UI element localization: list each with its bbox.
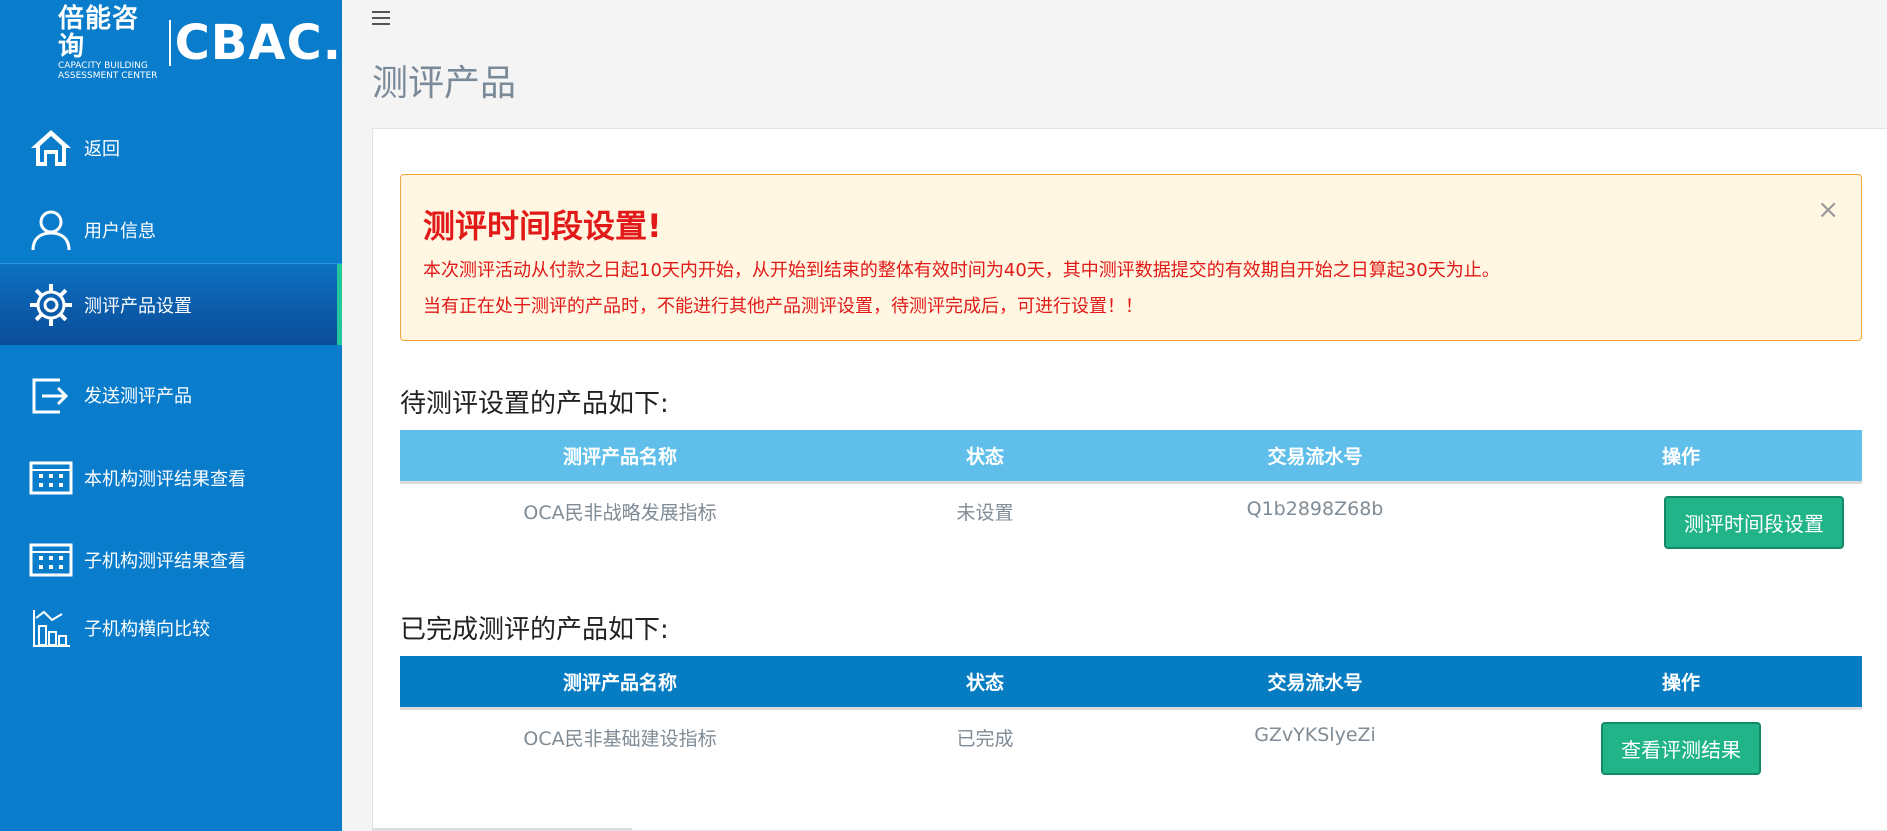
status-cell: 未设置 (840, 480, 1130, 560)
col-action: 操作 (1500, 656, 1862, 708)
close-icon[interactable]: × (1817, 197, 1839, 223)
col-transaction-no: 交易流水号 (1130, 430, 1500, 482)
table-row: OCA民非基础建设指标 已完成 GZvYKSlyeZi 查看评测结果 (400, 706, 1862, 786)
pending-section-heading: 待测评设置的产品如下: (400, 389, 669, 419)
sidebar-item-back[interactable]: 返回 (0, 107, 342, 189)
table-row: OCA民非战略发展指标 未设置 Q1b2898Z68b 测评时间段设置 (400, 480, 1862, 560)
logo-en-small-2: ASSESSMENT CENTER (58, 71, 158, 81)
transaction-no-cell: Q1b2898Z68b (1130, 480, 1500, 560)
sidebar-item-user-info[interactable]: 用户信息 (0, 189, 342, 271)
logo-en-name: CBAC. (174, 15, 342, 71)
view-results-button[interactable]: 查看评测结果 (1601, 721, 1761, 775)
table-header-row: 测评产品名称 状态 交易流水号 操作 (400, 430, 1862, 482)
completed-section-heading: 已完成测评的产品如下: (400, 615, 669, 645)
col-status: 状态 (840, 656, 1130, 708)
logo-en-small-1: CAPACITY BUILDING (58, 61, 148, 71)
sidebar-item-label: 本机构测评结果查看 (84, 469, 246, 490)
user-icon (28, 207, 74, 253)
status-cell: 已完成 (840, 706, 1130, 786)
product-name-cell: OCA民非战略发展指标 (400, 480, 840, 560)
col-action: 操作 (1500, 430, 1862, 482)
sidebar-item-label: 返回 (84, 139, 120, 160)
sidebar-item-own-results[interactable]: 本机构测评结果查看 (0, 437, 342, 519)
logo-cn-name: 倍能咨询 (58, 4, 140, 62)
brand-logo[interactable]: 倍能咨询 CAPACITY BUILDING ASSESSMENT CENTER… (58, 5, 342, 81)
calendar-grid-icon (28, 537, 74, 583)
col-product-name: 测评产品名称 (400, 656, 840, 708)
home-icon (28, 125, 74, 171)
notice-alert: 测评时间段设置! 本次测评活动从付款之日起10天内开始，从开始到结束的整体有效时… (400, 174, 1862, 341)
pending-products-table: 测评产品名称 状态 交易流水号 操作 OCA民非战略发展指标 未设置 Q1b28… (400, 430, 1862, 560)
sidebar-item-label: 子机构横向比较 (84, 619, 210, 640)
col-status: 状态 (840, 430, 1130, 482)
menu-toggle-icon[interactable] (372, 9, 390, 27)
alert-title: 测评时间段设置! (423, 207, 662, 245)
bar-chart-icon (28, 605, 74, 651)
gear-icon (28, 282, 74, 328)
action-cell: 测评时间段设置 (1500, 480, 1862, 560)
product-name-cell: OCA民非基础建设指标 (400, 706, 840, 786)
logo-cn-block: 倍能咨询 CAPACITY BUILDING ASSESSMENT CENTER (58, 5, 165, 81)
sidebar-item-label: 用户信息 (84, 221, 156, 242)
sidebar-item-send-product[interactable]: 发送测评产品 (0, 354, 342, 436)
sidebar-item-horizontal-compare[interactable]: 子机构横向比较 (0, 587, 342, 669)
sidebar: 倍能咨询 CAPACITY BUILDING ASSESSMENT CENTER… (0, 0, 342, 831)
table-header-row: 测评产品名称 状态 交易流水号 操作 (400, 656, 1862, 708)
sidebar-item-label: 发送测评产品 (84, 386, 192, 407)
sidebar-item-product-settings[interactable]: 测评产品设置 (0, 263, 342, 345)
alert-line-2: 当有正在处于测评的产品时，不能进行其他产品测评设置，待测评完成后，可进行设置！！ (423, 296, 1143, 317)
completed-products-table: 测评产品名称 状态 交易流水号 操作 OCA民非基础建设指标 已完成 GZvYK… (400, 656, 1862, 786)
col-transaction-no: 交易流水号 (1130, 656, 1500, 708)
set-time-period-button[interactable]: 测评时间段设置 (1664, 495, 1844, 549)
send-icon (28, 372, 74, 418)
page-title: 测评产品 (372, 63, 517, 104)
action-cell: 查看评测结果 (1500, 706, 1862, 786)
alert-line-1: 本次测评活动从付款之日起10天内开始，从开始到结束的整体有效时间为40天，其中测… (423, 260, 1500, 281)
logo-divider (168, 20, 171, 66)
transaction-no-cell: GZvYKSlyeZi (1130, 706, 1500, 786)
sidebar-item-label: 测评产品设置 (84, 295, 192, 317)
sidebar-item-label: 子机构测评结果查看 (84, 551, 246, 572)
col-product-name: 测评产品名称 (400, 430, 840, 482)
calendar-grid-icon (28, 455, 74, 501)
